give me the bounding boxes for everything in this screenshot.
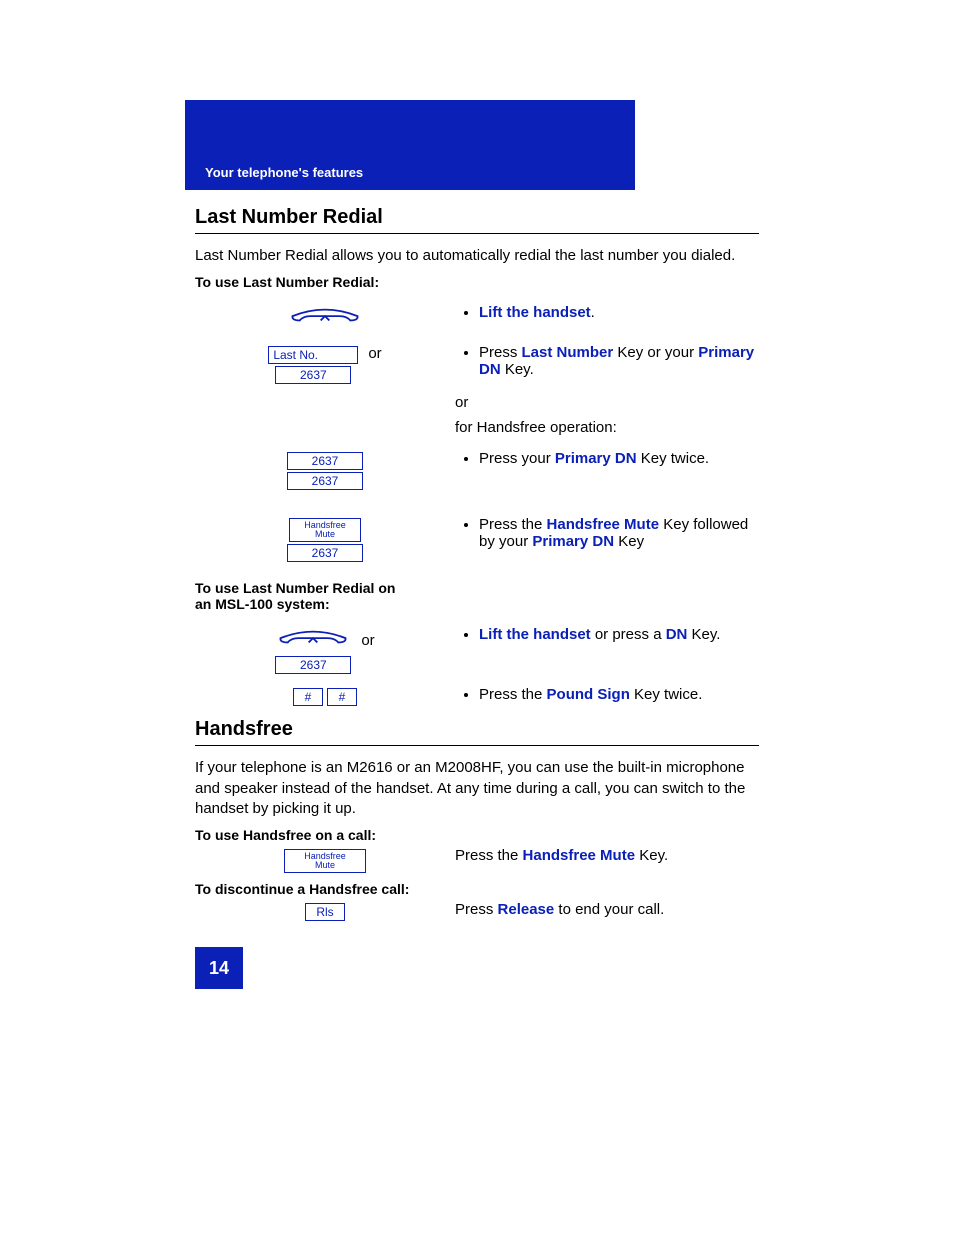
key-pound-2: # (327, 688, 357, 706)
step-press-last-number: Press Last Number Key or your Primary DN… (479, 344, 759, 378)
step-release: Press Release to end your call. (455, 901, 759, 918)
page-number: 14 (195, 947, 243, 989)
section1-intro: Last Number Redial allows you to automat… (195, 246, 759, 266)
key-dn-3: 2637 (287, 544, 363, 562)
section-title-last-number-redial: Last Number Redial (195, 206, 759, 234)
procedure-b-label: To use Last Number Redial on an MSL-100 … (195, 580, 415, 612)
key-rls: Rls (305, 903, 345, 921)
key-pound-1: # (293, 688, 323, 706)
step-b-lift-or-dn: Lift the handset or press a DN Key. (479, 626, 759, 643)
handset-icon (276, 628, 350, 654)
or-line: or (455, 394, 759, 411)
key-handsfree-mute: HandsfreeMute (289, 518, 361, 542)
or-label: or (368, 345, 381, 362)
step-lift-handset: Lift the handset. (479, 304, 759, 321)
key-dn-b: 2637 (275, 656, 351, 674)
key-dn-1: 2637 (287, 452, 363, 470)
step-press-handsfree-then-dn: Press the Handsfree Mute Key followed by… (479, 516, 759, 550)
handsfree-operation-line: for Handsfree operation: (455, 419, 759, 436)
key-dn: 2637 (275, 366, 351, 384)
step-handsfree-press: Press the Handsfree Mute Key. (455, 847, 759, 864)
header-title: Your telephone's features (205, 165, 363, 180)
handsfree-proc-a-label: To use Handsfree on a call: (195, 827, 759, 843)
handsfree-proc-b-label: To discontinue a Handsfree call: (195, 881, 759, 897)
handset-icon (288, 306, 362, 332)
step-press-primary-dn-twice: Press your Primary DN Key twice. (479, 450, 759, 467)
step-b-pound-twice: Press the Pound Sign Key twice. (479, 686, 759, 703)
key-handsfree-mute-2: HandsfreeMute (284, 849, 366, 873)
key-dn-2: 2637 (287, 472, 363, 490)
header-banner: Your telephone's features (185, 100, 635, 190)
key-last-no: Last No. (268, 346, 358, 364)
section-title-handsfree: Handsfree (195, 718, 759, 746)
or-label-b: or (361, 632, 374, 649)
section2-intro: If your telephone is an M2616 or an M200… (195, 758, 759, 819)
procedure-a-label: To use Last Number Redial: (195, 274, 759, 290)
